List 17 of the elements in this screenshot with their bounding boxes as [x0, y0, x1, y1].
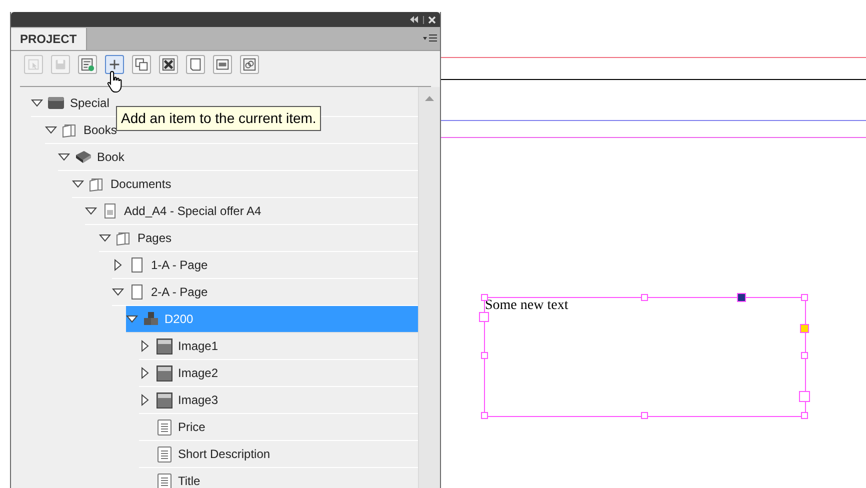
tooltip: Add an item to the current item.	[116, 106, 322, 131]
item-label: Short Description	[178, 446, 270, 463]
item-label: Image3	[178, 392, 218, 409]
item-label: Image1	[178, 338, 218, 355]
item-label: Pages	[138, 230, 172, 247]
item-label: 1-A - Page	[151, 257, 208, 274]
frame-text: Some new text	[485, 297, 568, 315]
item-label: D200	[164, 311, 194, 328]
item-label: Price	[178, 419, 206, 436]
item-label: Book	[97, 149, 124, 166]
item-label: Documents	[110, 176, 172, 193]
item-label: Add_A4 - Special offer A4	[124, 203, 262, 220]
item-label: Image2	[178, 365, 218, 382]
item-label: 2-A - Page	[151, 284, 208, 301]
item-label: Special	[70, 95, 110, 112]
item-label: Books	[84, 122, 117, 139]
item-label: Title	[178, 473, 200, 488]
